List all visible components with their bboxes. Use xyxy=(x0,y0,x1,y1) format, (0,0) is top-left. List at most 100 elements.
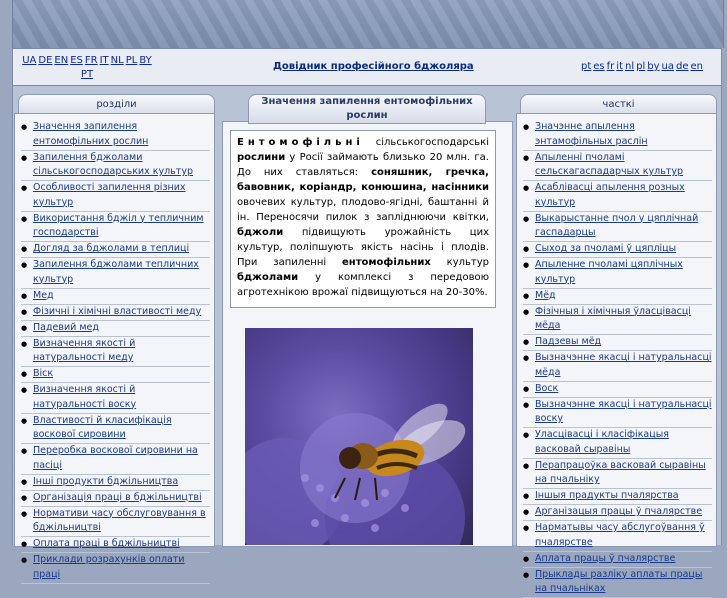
site-title-link[interactable]: Довідник професійного бджоляра xyxy=(273,61,474,72)
menu-item: Визначення якості й натуральності меду xyxy=(21,337,210,368)
left-menu-link[interactable]: Переробка воскової сировини на пасіці xyxy=(33,445,198,471)
menu-item: Аплата працы ў пчалярстве xyxy=(523,552,712,568)
menu-item: Інші продукти бджільництва xyxy=(21,475,210,491)
menu-item: Догляд за бджолами в теплиці xyxy=(21,242,210,258)
lang-link-by-small[interactable]: by xyxy=(647,61,659,72)
right-menu-link[interactable]: Нарматывы часу абслугоўвання ў пчалярств… xyxy=(535,522,705,548)
left-menu-link[interactable]: Мед xyxy=(33,290,54,301)
right-menu-link[interactable]: Аплата працы ў пчалярстве xyxy=(535,553,675,564)
right-menu-link[interactable]: Асаблівасці апылення розных культур xyxy=(535,182,685,208)
menu-item: Падзевы мёд xyxy=(523,335,712,351)
left-menu-link[interactable]: Запилення бджолами тепличних культур xyxy=(33,259,199,285)
menu-item: Нарматывы часу абслугоўвання ў пчалярств… xyxy=(523,521,712,552)
article-bold: ентомофільних xyxy=(342,257,431,268)
lang-link-pt[interactable]: PT xyxy=(81,69,93,80)
menu-item: Властивості й класифікація воскової сиро… xyxy=(21,414,210,445)
article-text-part: сільськогосподарські xyxy=(364,137,489,148)
lang-link-pt-small[interactable]: pt xyxy=(581,61,591,72)
left-menu-link[interactable]: Організація праці в бджільництві xyxy=(33,492,202,503)
menu-item: Вызначэнне якасці і натуральнасці воску xyxy=(523,398,712,429)
left-menu-link[interactable]: Фізичні і хімічні властивості меду xyxy=(33,306,201,317)
left-menu-link[interactable]: Приклади розрахунків оплати праці xyxy=(33,554,185,580)
language-links-right: ptesfritnlplbyuadeen xyxy=(581,61,705,72)
left-menu-link[interactable]: Використання бджіл у тепличним господарс… xyxy=(33,213,204,239)
menu-item: Вызначэнне якасці і натуральнасці мёда xyxy=(523,351,712,382)
left-menu-link[interactable]: Запилення бджолами сільськогосподарських… xyxy=(33,152,193,178)
left-menu-link[interactable]: Віск xyxy=(33,368,53,379)
left-menu-link[interactable]: Визначення якості й натуральності воску xyxy=(33,384,136,410)
right-menu-link[interactable]: Выкарыстанне пчол у цяплічнай гаспадарцы xyxy=(535,213,698,239)
left-menu-box: Значення запилення ентомофільних рослин З… xyxy=(14,113,215,547)
left-menu-link[interactable]: Значення запилення ентомофільних рослин xyxy=(33,121,148,147)
menu-item: Визначення якості й натуральності воску xyxy=(21,383,210,414)
article-term: Ентомофільні xyxy=(237,137,364,148)
lang-link-fr[interactable]: FR xyxy=(85,55,98,66)
right-menu-link[interactable]: Вызначэнне якасці і натуральнасці воску xyxy=(535,399,712,425)
menu-item: Мед xyxy=(21,289,210,305)
article-bold: бджоли xyxy=(237,227,283,238)
left-menu-link[interactable]: Визначення якості й натуральності меду xyxy=(33,338,135,364)
lang-link-fr-small[interactable]: fr xyxy=(607,61,615,72)
lang-link-nl[interactable]: NL xyxy=(111,55,124,66)
menu-item: Приклади розрахунків оплати праці xyxy=(21,553,210,584)
lang-link-ua-small[interactable]: ua xyxy=(662,61,674,72)
left-menu: Значення запилення ентомофільних рослин З… xyxy=(15,114,214,584)
menu-item: Выкарыстанне пчол у цяплічнай гаспадарцы xyxy=(523,212,712,243)
lang-link-pl-small[interactable]: pl xyxy=(636,61,645,72)
menu-item: Переробка воскової сировини на пасіці xyxy=(21,444,210,475)
right-menu: Значэнне апылення энтамофільных раслін Ап… xyxy=(517,114,716,598)
lang-link-nl-small[interactable]: nl xyxy=(625,61,634,72)
right-menu-link[interactable]: Арганізацыя працы ў пчалярстве xyxy=(535,506,702,517)
lang-link-pl[interactable]: PL xyxy=(126,55,138,66)
menu-item: Фізічныя і хімічныя ўласцівасці мёда xyxy=(523,305,712,336)
menu-item: Мёд xyxy=(523,289,712,305)
article-text: Ентомофільні сільськогосподарські рослин… xyxy=(230,130,496,308)
lang-link-de[interactable]: DE xyxy=(38,55,52,66)
menu-item: Особливості запилення різних культур xyxy=(21,181,210,212)
lang-link-it-small[interactable]: it xyxy=(616,61,623,72)
menu-item: Використання бджіл у тепличним господарс… xyxy=(21,212,210,243)
right-menu-link[interactable]: Перапрацоўка васковай сыравіны на пчальн… xyxy=(535,460,706,486)
right-menu-link[interactable]: Вызначэнне якасці і натуральнасці мёда xyxy=(535,352,712,378)
right-menu-link[interactable]: Воск xyxy=(535,383,558,394)
bee-illustration xyxy=(245,328,473,545)
article-title: Значення запилення ентомофільних рослин xyxy=(248,94,486,124)
menu-item: Значэнне апылення энтамофільных раслін xyxy=(523,120,712,151)
left-menu-link[interactable]: Нормативи часу обслуговування в бджільни… xyxy=(33,508,206,534)
article-text-part: овочевих культур, плодово-ягідні, баштан… xyxy=(237,197,489,223)
left-menu-link[interactable]: Догляд за бджолами в теплиці xyxy=(33,243,189,254)
lang-link-it[interactable]: IT xyxy=(100,55,109,66)
left-menu-link[interactable]: Властивості й класифікація воскової сиро… xyxy=(33,415,172,441)
menu-item: Фізичні і хімічні властивості меду xyxy=(21,305,210,321)
right-menu-link[interactable]: Прыклады разліку аплаты працы на пчальні… xyxy=(535,569,702,595)
lang-link-es[interactable]: ES xyxy=(70,55,83,66)
lang-link-en-small[interactable]: en xyxy=(691,61,704,72)
right-menu-link[interactable]: Апыленне пчоламі цяплічных культур xyxy=(535,259,683,285)
left-menu-link[interactable]: Падевий мед xyxy=(33,322,99,333)
lang-link-es-small[interactable]: es xyxy=(593,61,604,72)
menu-item: Прыклады разліку аплаты працы на пчальні… xyxy=(523,568,712,598)
left-menu-link[interactable]: Оплата праці в бджільництві xyxy=(33,538,180,549)
right-menu-box: Значэнне апылення энтамофільных раслін Ап… xyxy=(516,113,717,547)
menu-item: Уласцівасці і класіфікацыя васковай сыра… xyxy=(523,428,712,459)
right-menu-link[interactable]: Іншыя прадукты пчалярства xyxy=(535,490,679,501)
right-menu-link[interactable]: Апыленні пчоламі сельскагаспадарчых куль… xyxy=(535,152,683,178)
menu-item: Організація праці в бджільництві xyxy=(21,491,210,507)
lang-link-by[interactable]: BY xyxy=(139,55,151,66)
article-bold: рослини xyxy=(237,152,285,163)
right-menu-link[interactable]: Сыход за пчоламі ў цяпліцы xyxy=(535,243,676,254)
menu-item: Значення запилення ентомофільних рослин xyxy=(21,120,210,151)
menu-item: Арганізацыя працы ў пчалярстве xyxy=(523,505,712,521)
menu-item: Апыленні пчоламі сельскагаспадарчых куль… xyxy=(523,151,712,182)
right-menu-link[interactable]: Падзевы мёд xyxy=(535,336,601,347)
lang-link-en[interactable]: EN xyxy=(54,55,68,66)
left-menu-link[interactable]: Інші продукти бджільництва xyxy=(33,476,178,487)
right-menu-link[interactable]: Мёд xyxy=(535,290,556,301)
menu-item: Віск xyxy=(21,367,210,383)
right-menu-link[interactable]: Фізічныя і хімічныя ўласцівасці мёда xyxy=(535,306,691,332)
right-menu-link[interactable]: Уласцівасці і класіфікацыя васковай сыра… xyxy=(535,429,669,455)
lang-link-ua[interactable]: UA xyxy=(22,55,36,66)
lang-link-de-small[interactable]: de xyxy=(676,61,689,72)
right-menu-link[interactable]: Значэнне апылення энтамофільных раслін xyxy=(535,121,648,147)
left-menu-link[interactable]: Особливості запилення різних культур xyxy=(33,182,186,208)
